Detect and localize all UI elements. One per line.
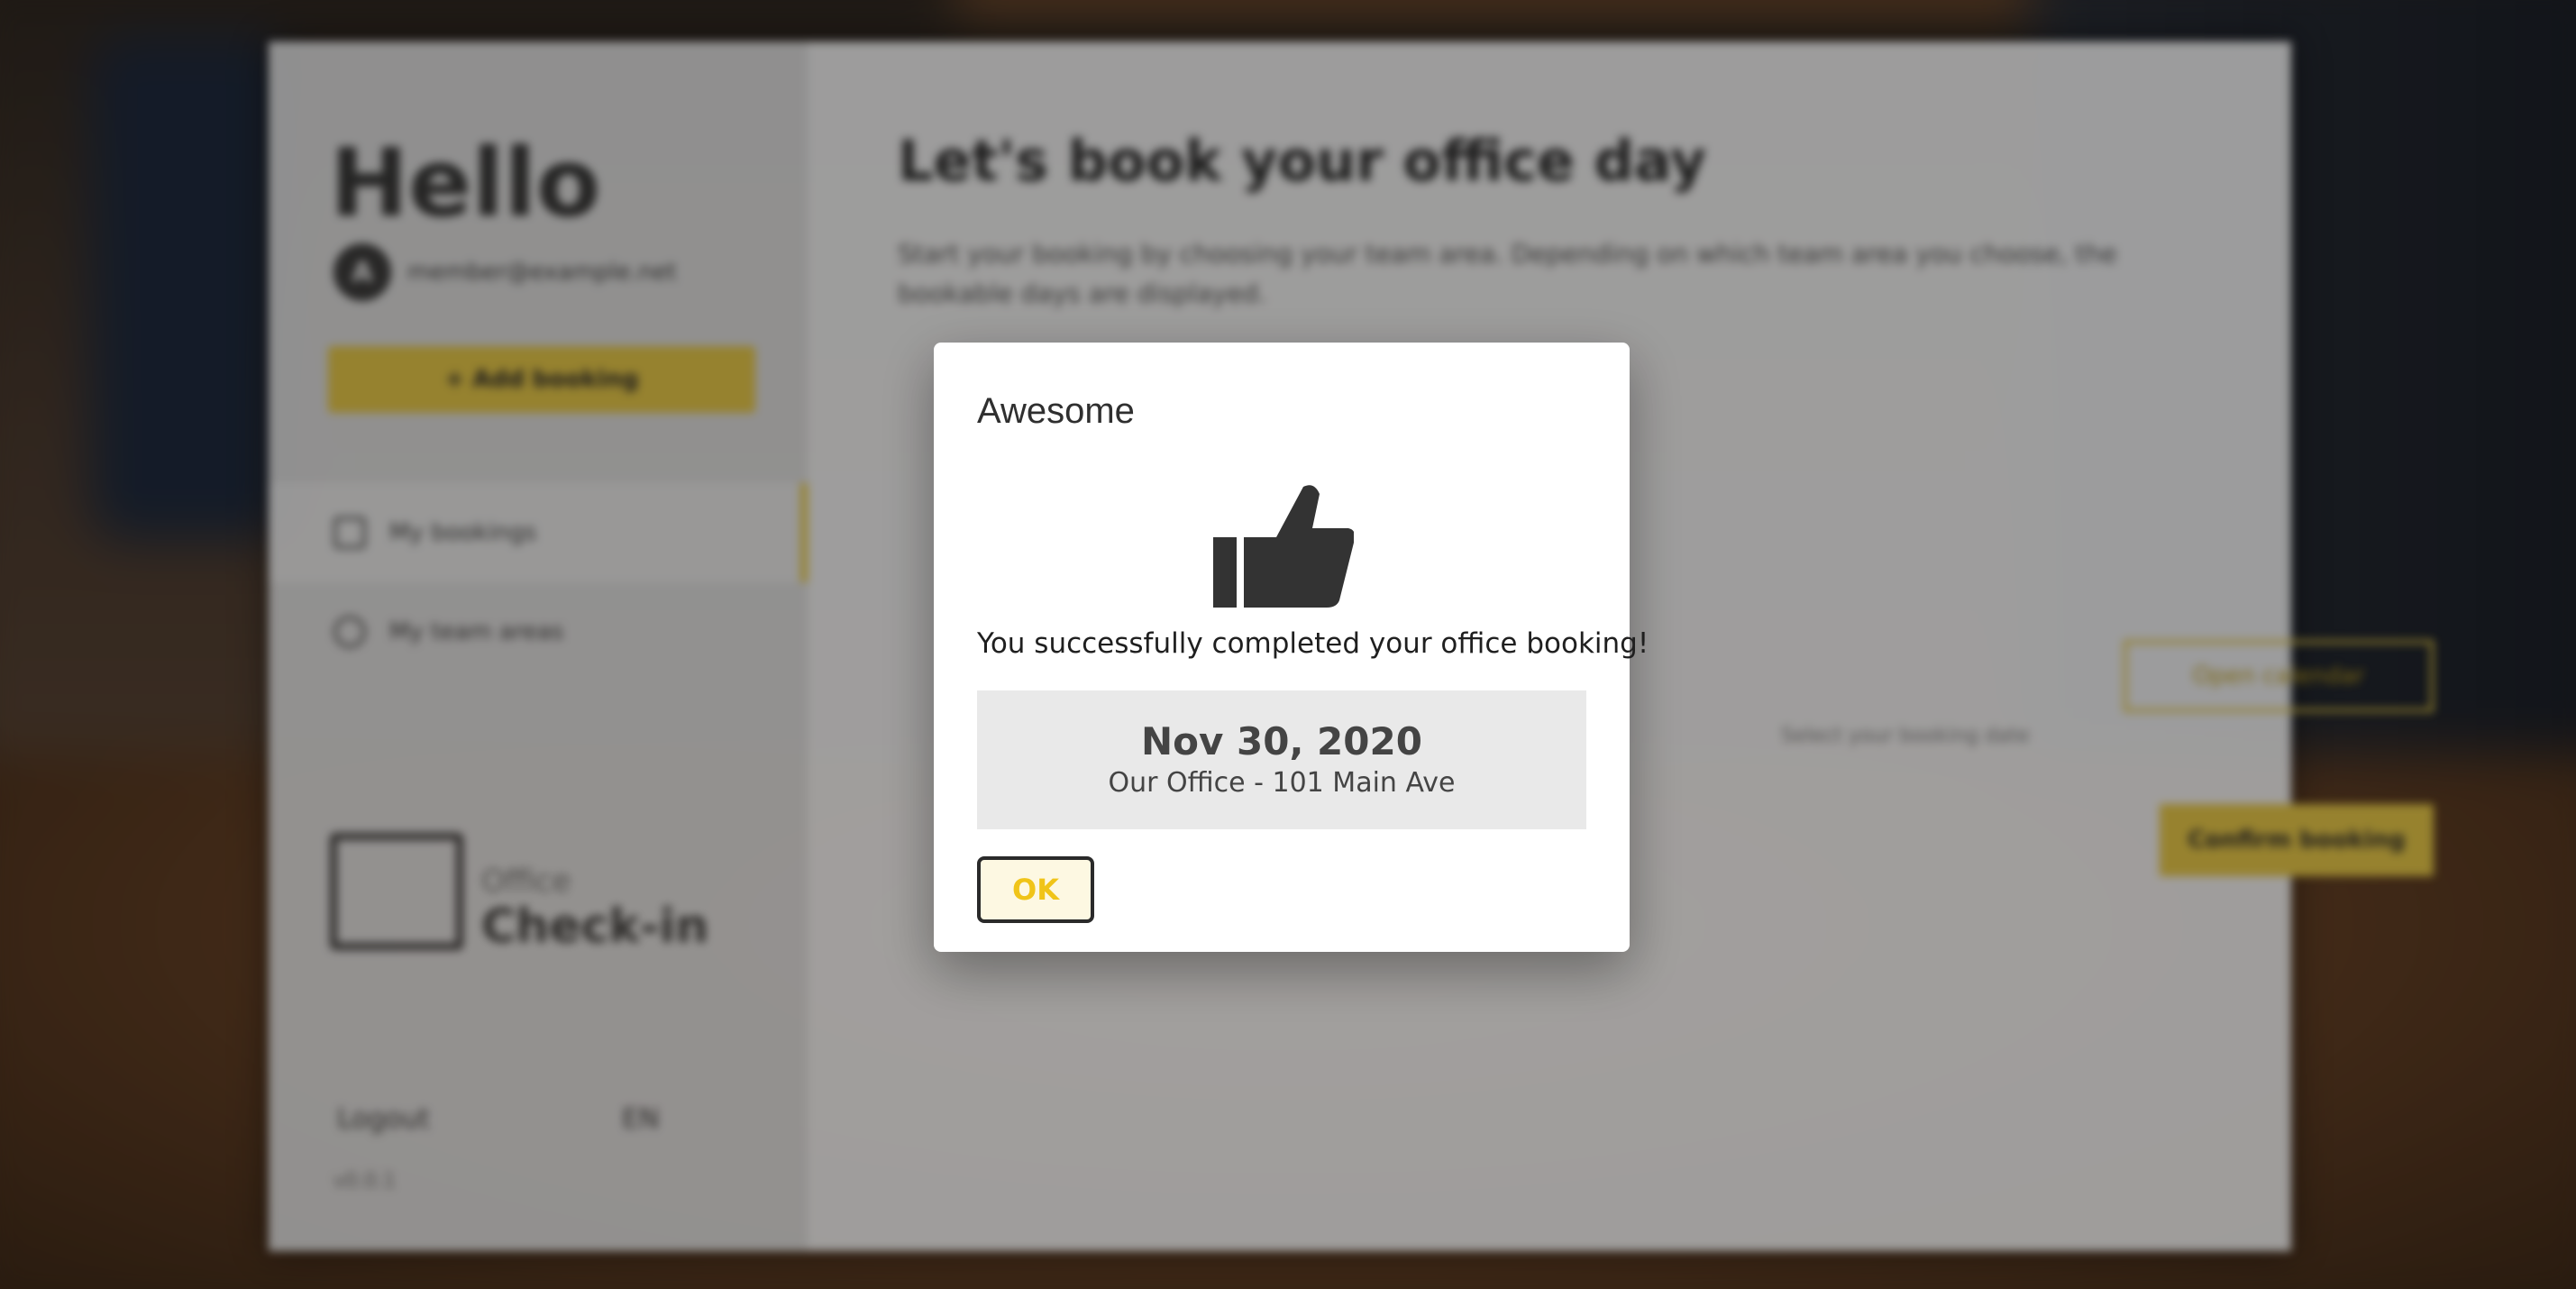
ok-button[interactable]: OK — [977, 856, 1094, 923]
booking-location: Our Office - 101 Main Ave — [1108, 767, 1456, 799]
dialog-title: Awesome — [977, 391, 1135, 431]
success-message: You successfully completed your office b… — [977, 627, 1649, 660]
booking-date: Nov 30, 2020 — [1141, 719, 1422, 763]
thumbs-up-icon — [1213, 485, 1354, 608]
booking-summary: Nov 30, 2020 Our Office - 101 Main Ave — [977, 690, 1586, 829]
success-dialog: Awesome You successfully completed your … — [934, 343, 1649, 952]
